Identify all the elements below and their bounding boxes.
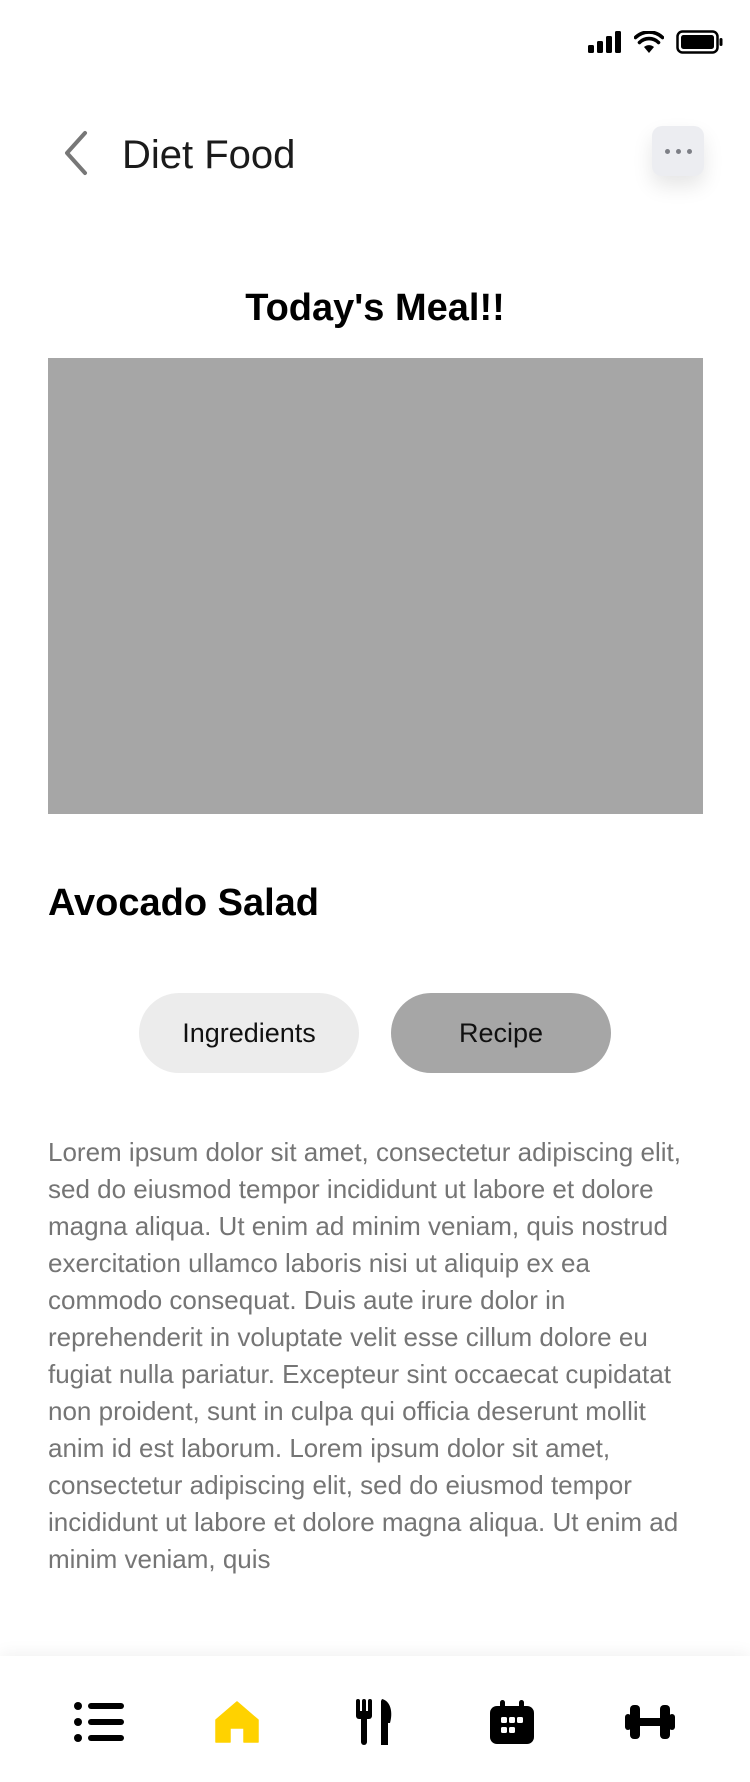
tab-recipe[interactable]: Recipe bbox=[391, 993, 611, 1073]
nav-item-calendar[interactable] bbox=[482, 1696, 542, 1748]
wifi-icon bbox=[634, 31, 664, 53]
page-title: Diet Food bbox=[122, 133, 296, 177]
meal-name: Avocado Salad bbox=[48, 882, 320, 924]
tab-ingredients[interactable]: Ingredients bbox=[139, 993, 359, 1073]
meal-tabs: Ingredients Recipe bbox=[139, 993, 611, 1073]
app-header: Diet Food bbox=[0, 120, 750, 190]
nav-item-home[interactable] bbox=[207, 1696, 267, 1748]
more-icon-dot bbox=[675, 148, 681, 154]
app-screen: Diet Food Today's Meal!! Avocado Salad I… bbox=[0, 0, 750, 1782]
list-icon bbox=[74, 1702, 124, 1742]
battery-icon bbox=[676, 30, 724, 54]
nav-item-list[interactable] bbox=[69, 1696, 129, 1748]
back-button[interactable] bbox=[56, 128, 96, 182]
more-icon-dot bbox=[664, 148, 670, 154]
section-heading: Today's Meal!! bbox=[245, 287, 505, 329]
bottom-navigation bbox=[0, 1656, 750, 1782]
utensils-icon bbox=[354, 1699, 394, 1745]
recipe-description: Lorem ipsum dolor sit amet, consectetur … bbox=[48, 1137, 681, 1574]
calendar-icon bbox=[490, 1700, 534, 1744]
signal-icon bbox=[588, 31, 622, 53]
more-options-button[interactable] bbox=[652, 126, 704, 176]
status-bar bbox=[588, 30, 724, 54]
meal-image bbox=[48, 358, 703, 814]
dumbbell-icon bbox=[625, 1703, 675, 1741]
nav-item-workout[interactable] bbox=[620, 1696, 680, 1748]
home-icon bbox=[215, 1701, 259, 1743]
chevron-left-icon bbox=[63, 130, 89, 181]
more-icon-dot bbox=[686, 148, 692, 154]
nav-item-meals[interactable] bbox=[344, 1696, 404, 1748]
